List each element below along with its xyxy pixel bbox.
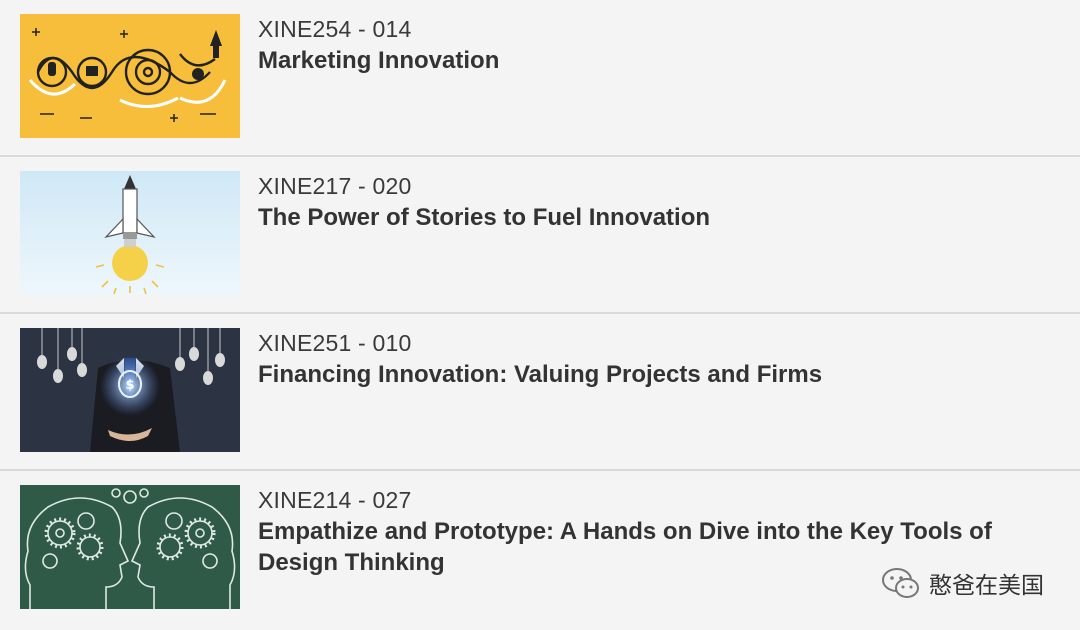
course-item-financing-innovation[interactable]: $ XINE251 - 010 Financing Innovation: Va… bbox=[0, 314, 1080, 471]
course-thumbnail[interactable] bbox=[20, 171, 240, 295]
course-item-empathize-prototype[interactable]: XINE214 - 027 Empathize and Prototype: A… bbox=[0, 471, 1080, 628]
course-code: XINE254 - 014 bbox=[258, 16, 412, 42]
course-thumbnail[interactable]: $ bbox=[20, 328, 240, 452]
course-code: XINE251 - 010 bbox=[258, 330, 412, 356]
course-list: XINE254 - 014 Marketing Innovation XINE2… bbox=[0, 0, 1080, 628]
pencil-rocket-lightbulb-icon bbox=[20, 171, 240, 295]
heads-gears-chalkboard-icon bbox=[20, 485, 240, 609]
course-code: XINE217 - 020 bbox=[258, 173, 412, 199]
course-item-power-of-stories[interactable]: XINE217 - 020 The Power of Stories to Fu… bbox=[0, 157, 1080, 314]
watermark: 憨爸在美国 bbox=[881, 566, 1044, 600]
course-item-marketing-innovation[interactable]: XINE254 - 014 Marketing Innovation bbox=[0, 0, 1080, 157]
businessman-dollar-bulb-icon: $ bbox=[20, 328, 240, 452]
course-thumbnail[interactable] bbox=[20, 485, 240, 609]
course-title[interactable]: The Power of Stories to Fuel Innovation bbox=[258, 202, 1068, 233]
course-title[interactable]: Financing Innovation: Valuing Projects a… bbox=[258, 359, 1068, 390]
course-thumbnail[interactable] bbox=[20, 14, 240, 138]
course-code: XINE214 - 027 bbox=[258, 487, 412, 513]
svg-text:$: $ bbox=[125, 378, 134, 393]
marketing-doodle-icon bbox=[20, 14, 240, 138]
course-title[interactable]: Marketing Innovation bbox=[258, 45, 1068, 76]
wechat-icon bbox=[882, 568, 919, 598]
watermark-text: 憨爸在美国 bbox=[929, 572, 1044, 598]
